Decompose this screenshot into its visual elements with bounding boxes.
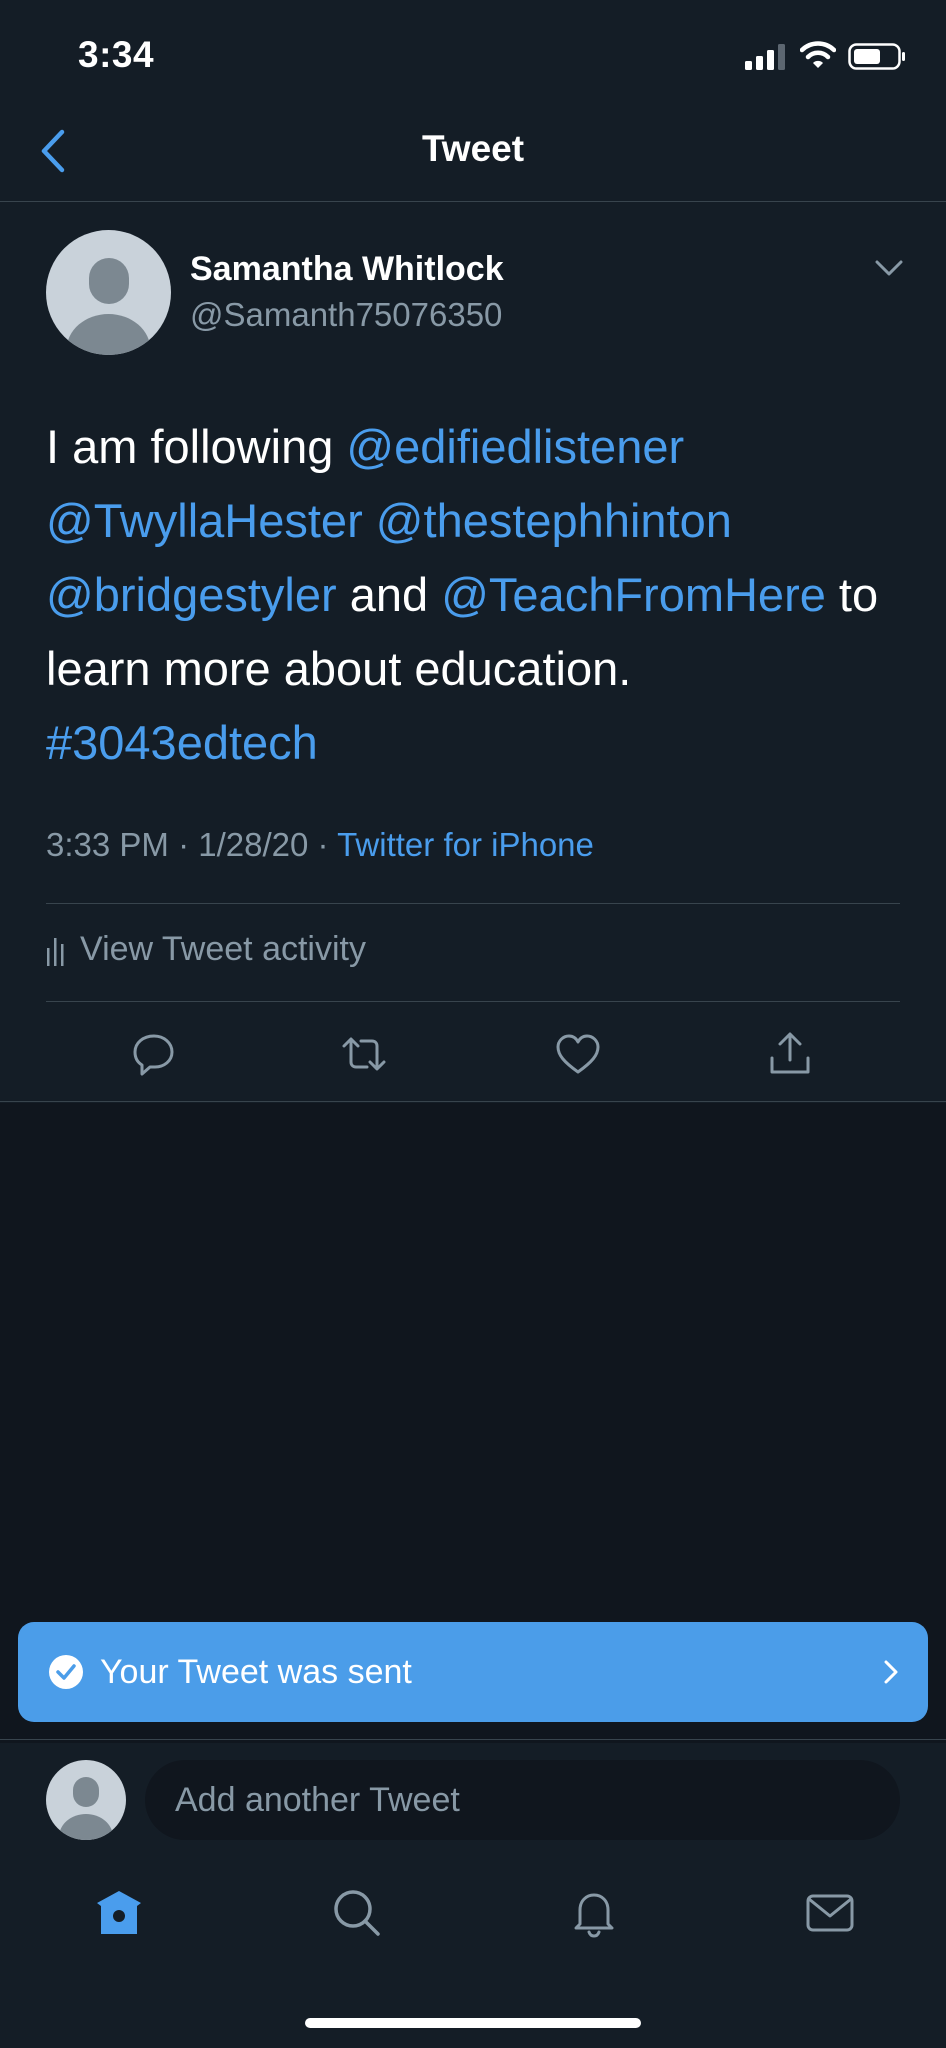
tweet-source[interactable]: Twitter for iPhone: [337, 826, 594, 863]
tweet-sent-toast[interactable]: Your Tweet was sent: [18, 1622, 928, 1722]
view-activity-label: View Tweet activity: [80, 930, 366, 968]
tweet-text-segment: [363, 494, 376, 547]
mention-link[interactable]: @bridgestyler: [46, 568, 337, 621]
chevron-down-icon[interactable]: [872, 256, 906, 280]
mention-link[interactable]: @edifiedlistener: [346, 420, 684, 473]
chevron-right-icon: [884, 1660, 898, 1684]
retweet-icon[interactable]: [340, 1030, 388, 1078]
mention-link[interactable]: @thestephhinton: [376, 494, 732, 547]
bar-chart-icon: [47, 937, 64, 966]
header-divider: [0, 201, 946, 202]
page-title: Tweet: [421, 128, 525, 169]
divider: [0, 1739, 946, 1740]
default-avatar-icon: [66, 258, 151, 355]
tweet-text-segment: I am following: [46, 420, 347, 473]
meta-separator: ·: [178, 826, 199, 863]
hashtag-link[interactable]: #3043edtech: [46, 716, 318, 769]
check-circle-icon: [49, 1655, 83, 1689]
tweet-text: I am following @edifiedlistener @TwyllaH…: [46, 410, 916, 780]
tweet-date: 1/28/20: [198, 826, 309, 863]
wifi-icon: [800, 41, 836, 68]
avatar[interactable]: [46, 230, 171, 355]
author-handle[interactable]: @Samanth75076350: [190, 296, 502, 334]
tweet-meta: 3:33 PM · 1/28/20 · Twitter for iPhone: [46, 826, 594, 864]
author-name[interactable]: Samantha Whitlock: [190, 250, 504, 289]
share-icon[interactable]: [766, 1030, 814, 1078]
home-icon[interactable]: [92, 1886, 146, 1940]
toast-message: Your Tweet was sent: [100, 1652, 412, 1691]
add-tweet-field[interactable]: [145, 1760, 900, 1840]
tweet-text-segment: and: [336, 568, 442, 621]
status-time: 3:34: [78, 34, 155, 75]
default-avatar-icon: [59, 1777, 113, 1840]
add-tweet-input[interactable]: [145, 1760, 900, 1840]
battery-icon: [848, 43, 905, 70]
like-heart-icon[interactable]: [554, 1030, 602, 1078]
home-indicator: [305, 2018, 641, 2028]
divider: [0, 1101, 946, 1102]
mail-icon[interactable]: [803, 1886, 857, 1940]
mention-link[interactable]: @TwyllaHester: [46, 494, 363, 547]
divider: [46, 903, 900, 904]
reply-icon[interactable]: [130, 1030, 178, 1078]
my-avatar[interactable]: [46, 1760, 126, 1840]
tweet-time: 3:33 PM: [46, 826, 169, 863]
search-icon[interactable]: [330, 1886, 384, 1940]
divider: [46, 1001, 900, 1002]
signal-icon: [745, 44, 785, 70]
view-activity-link[interactable]: View Tweet activity: [46, 930, 366, 969]
bell-icon[interactable]: [567, 1886, 621, 1940]
meta-separator: ·: [317, 826, 338, 863]
mention-link[interactable]: @TeachFromHere: [441, 568, 826, 621]
